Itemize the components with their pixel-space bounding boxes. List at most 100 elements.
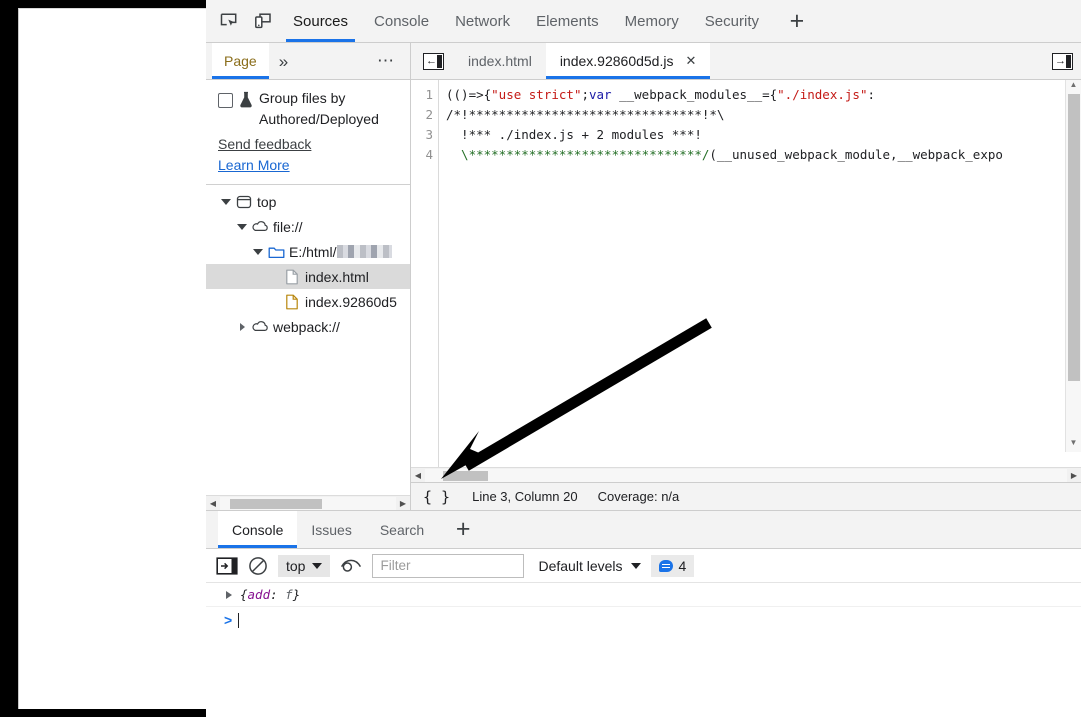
- drawer-tabbar: Console Issues Search +: [206, 511, 1081, 549]
- text-cursor: [238, 612, 240, 628]
- document-icon: [282, 269, 302, 285]
- expand-triangle-icon[interactable]: [234, 322, 250, 331]
- scroll-up-icon[interactable]: ▲: [1066, 80, 1081, 94]
- inspect-element-icon[interactable]: [212, 3, 246, 39]
- tree-node-label: E:/html/: [289, 243, 337, 260]
- screenshot-root: Sources Console Network Elements Memory …: [0, 0, 1081, 717]
- main-tab-elements[interactable]: Elements: [523, 0, 612, 42]
- line-number-gutter: 1 2 3 4: [411, 80, 439, 467]
- code-editor[interactable]: 1 2 3 4 (()=>{"use strict";var __webpack…: [411, 80, 1081, 467]
- devtools-main-tabbar: Sources Console Network Elements Memory …: [206, 0, 1081, 43]
- main-tab-memory[interactable]: Memory: [612, 0, 692, 42]
- message-count-badge[interactable]: 4: [650, 554, 695, 577]
- speech-bubble-icon: [658, 559, 673, 572]
- drawer-tab-label: Console: [232, 521, 284, 538]
- tree-node-index-html[interactable]: index.html: [206, 264, 410, 289]
- prompt-arrow-icon: >: [224, 612, 233, 628]
- navigator-tab-label: Page: [224, 53, 257, 69]
- learn-more-link[interactable]: Learn More: [218, 155, 398, 176]
- drawer-panel: Console Issues Search + top Filter Defau…: [206, 510, 1081, 717]
- scroll-right-icon[interactable]: ▶: [396, 499, 410, 508]
- more-tabs-icon[interactable]: »: [269, 53, 298, 70]
- drawer-tab-label: Search: [379, 521, 425, 538]
- object-value: f: [285, 587, 293, 602]
- expand-triangle-icon[interactable]: [226, 590, 232, 599]
- console-object-value[interactable]: {add: f}: [240, 587, 300, 602]
- cursor-position-label: Line 3, Column 20: [472, 489, 578, 504]
- main-tab-security[interactable]: Security: [692, 0, 772, 42]
- code-line-2: /*!*******************************!*\: [446, 107, 725, 122]
- scrollbar-thumb[interactable]: [230, 498, 322, 509]
- code-line-4: \*******************************/(__unus…: [446, 147, 1003, 162]
- editor-horizontal-scrollbar[interactable]: ◀ ▶: [411, 467, 1081, 482]
- tree-node-top[interactable]: top: [206, 189, 410, 214]
- scroll-left-icon[interactable]: ◀: [411, 471, 425, 480]
- console-prompt-row[interactable]: >: [206, 607, 1081, 633]
- editor-tabbar-right: →: [1052, 52, 1073, 70]
- flask-icon: [239, 91, 253, 111]
- log-levels-select[interactable]: Default levels: [538, 558, 641, 574]
- navigator-horizontal-scrollbar[interactable]: ◀ ▶: [206, 495, 410, 510]
- navigator-tab-page[interactable]: Page: [212, 43, 269, 79]
- tree-node-folder[interactable]: E:/html/: [206, 239, 410, 264]
- close-icon[interactable]: ✕: [685, 53, 696, 69]
- scrollbar-thumb[interactable]: [443, 470, 488, 481]
- console-output[interactable]: {add: f} >: [206, 583, 1081, 717]
- console-sidebar-icon[interactable]: [216, 556, 238, 575]
- drawer-tab-console[interactable]: Console: [218, 511, 298, 548]
- group-files-checkbox[interactable]: [218, 93, 233, 108]
- add-drawer-tab-button[interactable]: +: [446, 513, 480, 547]
- editor-tabbar: ← index.html index.92860d5d.js ✕ →: [411, 43, 1081, 80]
- code-content[interactable]: (()=>{"use strict";var __webpack_modules…: [439, 80, 1081, 467]
- console-message-row[interactable]: {add: f}: [206, 583, 1081, 607]
- scrollbar-track[interactable]: [425, 468, 1067, 482]
- tree-node-index-js[interactable]: index.92860d5: [206, 289, 410, 314]
- main-tab-label: Elements: [536, 12, 599, 30]
- drawer-tab-search[interactable]: Search: [366, 511, 438, 548]
- expand-triangle-icon[interactable]: [218, 198, 234, 205]
- group-files-row[interactable]: Group files by Authored/Deployed: [206, 80, 410, 134]
- live-expression-icon[interactable]: [340, 558, 362, 574]
- clear-console-icon[interactable]: [248, 556, 268, 576]
- tree-node-webpack-origin[interactable]: webpack://: [206, 314, 410, 339]
- coverage-label: Coverage: n/a: [597, 489, 680, 504]
- execution-context-select[interactable]: top: [278, 554, 331, 577]
- pretty-print-button[interactable]: { }: [421, 488, 452, 506]
- chevron-down-icon: [630, 562, 641, 569]
- main-tab-console[interactable]: Console: [361, 0, 442, 42]
- message-count-label: 4: [678, 557, 687, 574]
- editor-tab-index-js[interactable]: index.92860d5d.js ✕: [545, 43, 711, 79]
- expand-triangle-icon[interactable]: [250, 248, 266, 255]
- navigator-panel: Page » ⋯ Group files by Authored/Deploye…: [206, 43, 411, 510]
- scroll-right-icon[interactable]: ▶: [1067, 471, 1081, 480]
- object-key: add: [247, 587, 271, 602]
- editor-vertical-scrollbar[interactable]: ▲ ▼: [1065, 80, 1081, 452]
- drawer-tab-issues[interactable]: Issues: [297, 511, 365, 548]
- navigator-menu-icon[interactable]: ⋯: [363, 52, 410, 69]
- main-tab-network[interactable]: Network: [442, 0, 523, 42]
- scrollbar-track[interactable]: [220, 496, 396, 510]
- tree-node-label: top: [257, 193, 277, 210]
- navigator-toggle-icon[interactable]: ←: [423, 52, 444, 70]
- editor-tab-label: index.html: [468, 53, 532, 69]
- line-number: 2: [425, 107, 433, 122]
- tree-node-file-origin[interactable]: file://: [206, 214, 410, 239]
- scroll-left-icon[interactable]: ◀: [206, 499, 220, 508]
- folder-icon: [266, 245, 286, 259]
- expand-triangle-icon[interactable]: [234, 223, 250, 230]
- console-filter-input[interactable]: [372, 553, 525, 578]
- show-drawer-icon[interactable]: →: [1052, 52, 1073, 70]
- domain-cloud-icon: [250, 220, 270, 233]
- device-toolbar-icon[interactable]: [246, 3, 280, 39]
- frame-icon: [234, 195, 254, 209]
- editor-tab-index-html[interactable]: index.html: [454, 43, 546, 79]
- main-tab-label: Memory: [624, 12, 679, 30]
- add-panel-button[interactable]: +: [780, 4, 814, 38]
- line-number: 3: [425, 127, 433, 142]
- group-files-label: Group files by Authored/Deployed: [259, 90, 379, 127]
- scroll-down-icon[interactable]: ▼: [1066, 438, 1081, 452]
- tree-node-label: index.html: [305, 268, 369, 285]
- send-feedback-link[interactable]: Send feedback: [218, 134, 398, 155]
- main-tab-sources[interactable]: Sources: [280, 0, 361, 42]
- scrollbar-thumb[interactable]: [1068, 94, 1080, 381]
